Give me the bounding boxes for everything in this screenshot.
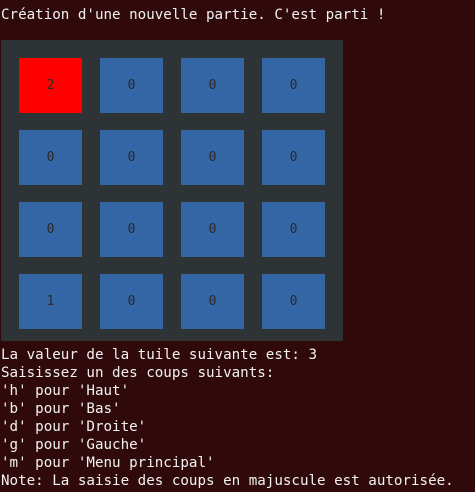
terminal-window: { "intro": "Création d'une nouvelle part…: [0, 0, 475, 492]
tile-r4-c1: 1: [19, 274, 82, 329]
tile-r4-c3: 0: [181, 274, 244, 329]
tile-r2-c3: 0: [181, 130, 244, 185]
tile-r1-c4: 0: [262, 58, 325, 113]
tile-r2-c2: 0: [100, 130, 163, 185]
moves-prompt: Saisissez un des coups suivants:: [1, 365, 275, 381]
tile-r4-c2: 0: [100, 274, 163, 329]
tile-r2-c1: 0: [19, 130, 82, 185]
move-option-right: 'd' pour 'Droite': [1, 419, 147, 435]
tile-r1-c3: 0: [181, 58, 244, 113]
uppercase-note: Note: La saisie des coups en majuscule e…: [1, 473, 454, 489]
tile-r4-c4: 0: [262, 274, 325, 329]
tile-r3-c3: 0: [181, 202, 244, 257]
tile-r3-c1: 0: [19, 202, 82, 257]
tile-r1-c2: 0: [100, 58, 163, 113]
move-option-up: 'h' pour 'Haut': [1, 383, 130, 399]
tile-r1-c1: 2: [19, 58, 82, 113]
tile-r3-c4: 0: [262, 202, 325, 257]
move-option-main-menu: 'm' pour 'Menu principal': [1, 455, 215, 471]
next-tile-info: La valeur de la tuile suivante est: 3: [1, 347, 318, 363]
tile-r2-c4: 0: [262, 130, 325, 185]
tile-r3-c2: 0: [100, 202, 163, 257]
intro-message: Création d'une nouvelle partie. C'est pa…: [1, 7, 386, 23]
move-option-down: 'b' pour 'Bas': [1, 401, 121, 417]
move-option-left: 'g' pour 'Gauche': [1, 437, 147, 453]
game-board: 2 0 0 0 0 0 0 0 0 0 0 0 1 0 0 0: [1, 40, 343, 341]
